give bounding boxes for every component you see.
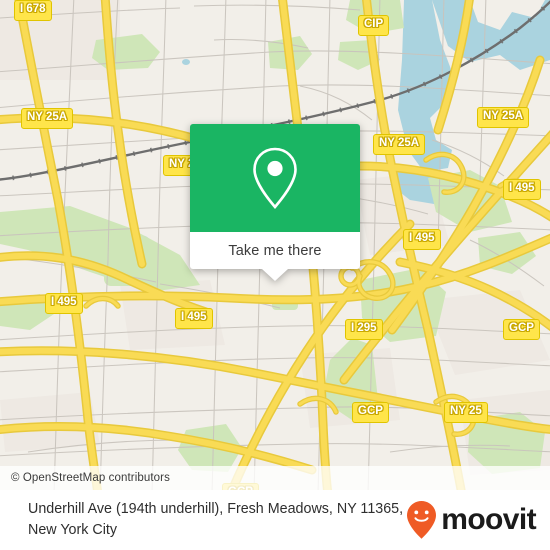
location-info-card[interactable]: Take me there — [190, 124, 360, 281]
take-me-there-label: Take me there — [228, 242, 322, 259]
card-pointer-tip — [262, 269, 288, 281]
location-pin-icon — [253, 147, 297, 210]
highway-shield: I 495 — [403, 229, 441, 250]
card-action-footer[interactable]: Take me there — [190, 232, 360, 281]
card-pin-panel — [190, 124, 360, 232]
highway-shield: NY 25A — [21, 108, 74, 129]
moovit-logo[interactable]: moovit — [405, 500, 537, 540]
osm-attribution-bar[interactable]: © OpenStreetMap contributors — [0, 466, 550, 490]
highway-shield: GCP — [503, 319, 540, 340]
highway-shield: NY 25 — [444, 402, 488, 423]
highway-shield: I 495 — [503, 179, 541, 200]
moovit-wordmark: moovit — [441, 503, 536, 536]
highway-shield: NY 25A — [373, 134, 426, 155]
highway-shield: I 295 — [345, 319, 383, 340]
highway-shield: NY 25A — [477, 107, 530, 128]
highway-shield: I 495 — [175, 308, 213, 329]
screenshot-root: I 678CIPNY 25ANY 25ANY 25ANY 25AI 495I 4… — [0, 0, 550, 550]
osm-attribution-text: © OpenStreetMap contributors — [11, 472, 170, 484]
highway-shield: CIP — [358, 15, 390, 36]
highway-shield: I 495 — [45, 293, 83, 314]
address-label: Underhill Ave (194th underhill), Fresh M… — [28, 501, 404, 538]
bottom-info-bar: Underhill Ave (194th underhill), Fresh M… — [0, 490, 550, 550]
map-canvas[interactable]: I 678CIPNY 25ANY 25ANY 25ANY 25AI 495I 4… — [0, 0, 550, 490]
highway-shield: GCP — [352, 402, 389, 423]
moovit-smiley-pin-icon — [407, 501, 437, 539]
highway-shield: I 678 — [14, 0, 52, 21]
